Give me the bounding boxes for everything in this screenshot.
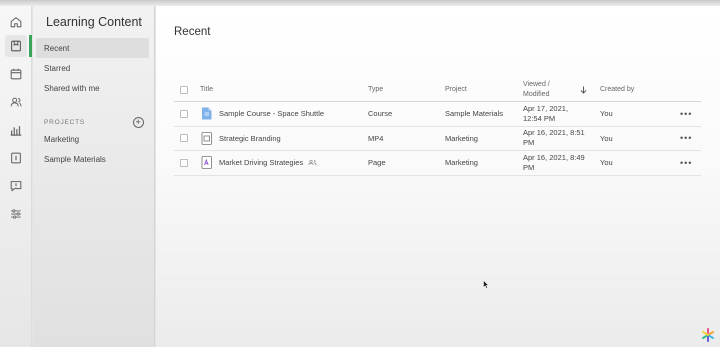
calendar-icon[interactable] — [5, 63, 27, 85]
feedback-icon[interactable] — [5, 175, 27, 197]
sidebar-item-recent[interactable]: Recent — [36, 38, 149, 58]
settings-icon[interactable] — [5, 203, 27, 225]
mouse-cursor-icon — [483, 280, 489, 289]
row-viewed-modified: Apr 16, 2021, 8:51 PM — [523, 127, 585, 151]
sidebar-item-label: Recent — [44, 43, 70, 53]
column-created-by[interactable]: Created by — [600, 78, 634, 101]
page-file-icon — [201, 156, 212, 170]
analytics-icon[interactable] — [5, 119, 27, 141]
course-icon — [202, 107, 212, 120]
projects-heading: PROJECTS — [44, 118, 86, 126]
active-indicator — [29, 35, 32, 57]
column-title[interactable]: Title — [200, 78, 213, 101]
row-date-line1: Apr 16, 2021, 8:49 — [523, 152, 585, 162]
row-type: MP4 — [368, 133, 384, 143]
row-date-line2: PM — [523, 138, 535, 148]
table-row[interactable]: Market Driving Strategies Page Marketing… — [174, 151, 701, 176]
column-project[interactable]: Project — [445, 78, 467, 101]
row-checkbox[interactable] — [180, 158, 188, 167]
row-created-by: You — [600, 158, 613, 168]
projects-header: PROJECTS + — [44, 116, 144, 128]
row-type: Page — [368, 158, 386, 168]
table-row[interactable]: Sample Course - Space Shuttle Course Sam… — [174, 102, 701, 127]
add-project-icon[interactable]: + — [133, 116, 144, 128]
main-panel: Recent Title Type Project Viewed / Modif… — [156, 6, 720, 347]
row-created-by: You — [600, 133, 613, 143]
page-title: Recent — [174, 26, 211, 38]
row-checkbox[interactable] — [180, 109, 188, 118]
icon-rail — [0, 6, 32, 347]
row-more-actions-icon[interactable]: ••• — [680, 102, 692, 126]
row-project: Sample Materials — [445, 109, 503, 119]
table-row[interactable]: Strategic Branding MP4 Marketing Apr 16,… — [174, 127, 701, 151]
users-icon[interactable] — [5, 91, 27, 113]
column-viewed-modified[interactable]: Viewed / Modified — [523, 78, 550, 101]
column-type[interactable]: Type — [368, 78, 383, 101]
sidebar-item-shared-with-me[interactable]: Shared with me — [36, 78, 149, 98]
row-viewed-modified: Apr 17, 2021, 12:54 PM — [523, 102, 568, 126]
sidebar-item-starred[interactable]: Starred — [36, 58, 149, 78]
row-title[interactable]: Strategic Branding — [219, 134, 281, 143]
row-project: Marketing — [445, 133, 478, 143]
row-title[interactable]: Market Driving Strategies — [219, 158, 303, 167]
sidebar-title: Learning Content — [46, 15, 142, 29]
content-sidebar: Learning Content Recent Starred Shared w… — [33, 6, 155, 347]
row-date-line1: Apr 17, 2021, — [523, 103, 569, 113]
column-viewed-line2: Modified — [523, 90, 550, 98]
video-file-icon — [201, 131, 212, 145]
sidebar-project-sample-materials[interactable]: Sample Materials — [36, 149, 149, 169]
row-checkbox[interactable] — [180, 134, 188, 143]
row-date-line1: Apr 16, 2021, 8:51 — [523, 128, 585, 138]
brand-logo-icon — [702, 328, 714, 342]
row-more-actions-icon[interactable]: ••• — [680, 151, 692, 175]
sidebar-item-label: Marketing — [44, 134, 80, 144]
row-type: Course — [368, 109, 393, 119]
row-created-by: You — [600, 109, 613, 119]
sidebar-item-label: Starred — [44, 63, 71, 73]
table-header-row: Title Type Project Viewed / Modified Cre… — [174, 78, 701, 102]
row-date-line2: PM — [523, 162, 535, 172]
row-project: Marketing — [445, 158, 478, 168]
shared-users-icon — [308, 160, 317, 166]
column-viewed-line1: Viewed / — [523, 80, 550, 88]
row-title[interactable]: Sample Course - Space Shuttle — [219, 109, 324, 118]
content-table: Title Type Project Viewed / Modified Cre… — [174, 78, 701, 176]
home-icon[interactable] — [5, 11, 27, 33]
select-all-checkbox[interactable] — [180, 85, 188, 94]
row-more-actions-icon[interactable]: ••• — [680, 127, 692, 151]
sidebar-item-label: Sample Materials — [44, 154, 106, 164]
book-icon[interactable] — [5, 147, 27, 169]
row-date-line2: 12:54 PM — [523, 113, 556, 123]
sort-descending-icon[interactable] — [580, 86, 587, 94]
sidebar-project-marketing[interactable]: Marketing — [36, 129, 149, 149]
row-viewed-modified: Apr 16, 2021, 8:49 PM — [523, 151, 585, 175]
content-icon[interactable] — [5, 35, 27, 57]
sidebar-item-label: Shared with me — [44, 83, 100, 93]
